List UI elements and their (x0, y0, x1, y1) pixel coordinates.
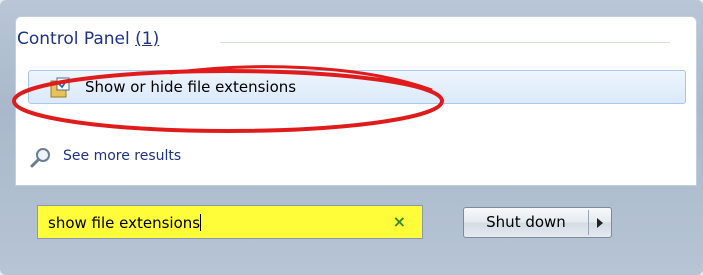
search-input[interactable]: show file extensions × (37, 205, 423, 239)
chevron-right-icon (597, 218, 603, 228)
result-item-label: Show or hide file extensions (85, 78, 297, 96)
section-divider (220, 42, 670, 43)
shutdown-control: Shut down (463, 207, 612, 238)
start-menu-panel: Control Panel (1) Show or hide file exte… (0, 0, 703, 275)
clear-search-icon[interactable]: × (393, 212, 406, 231)
search-input-value: show file extensions (48, 214, 202, 232)
section-title-label: Control Panel (17, 29, 130, 49)
see-more-results-label: See more results (63, 148, 182, 164)
shutdown-button[interactable]: Shut down (464, 208, 588, 237)
section-result-count[interactable]: (1) (135, 29, 159, 49)
shutdown-options-button[interactable] (589, 208, 611, 237)
folder-options-icon (50, 77, 70, 98)
result-item-show-hide-file-extensions[interactable]: Show or hide file extensions (28, 70, 686, 104)
search-icon (30, 148, 50, 168)
results-section-title: Control Panel (1) (17, 29, 159, 49)
